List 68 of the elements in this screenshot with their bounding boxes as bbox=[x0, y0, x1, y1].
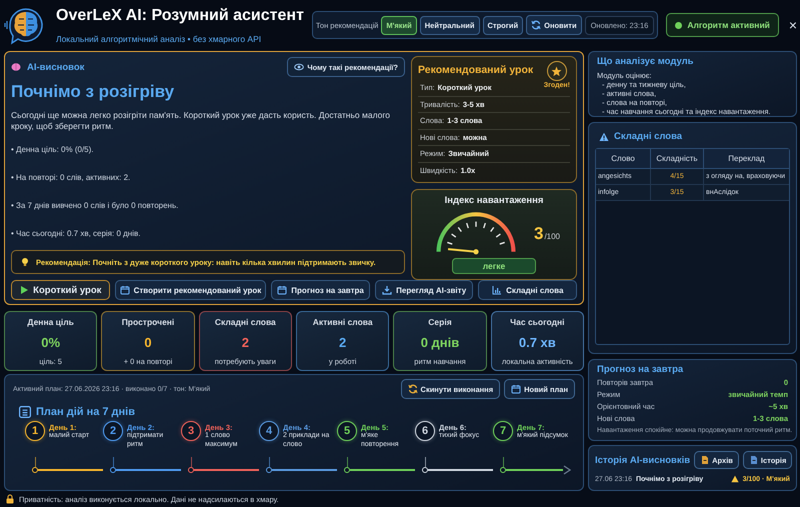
day-number: 2 bbox=[103, 421, 123, 441]
load-index-title: Індекс навантаження bbox=[444, 195, 544, 206]
action-button[interactable]: Короткий урок bbox=[11, 280, 110, 300]
action-button[interactable]: Створити рекомендований урок bbox=[114, 280, 266, 300]
app-subtitle: Локальний алгоритмічний аналіз • без хмарного API bbox=[56, 34, 262, 44]
arrow-head-icon bbox=[563, 465, 571, 475]
lock-icon bbox=[5, 494, 15, 504]
calendar-icon bbox=[511, 384, 522, 394]
day-number: 5 bbox=[337, 421, 357, 441]
history-title: Історія AI-висновків bbox=[595, 454, 690, 466]
eye-icon bbox=[294, 62, 304, 72]
day-number: 7 bbox=[493, 421, 513, 441]
stat-label: Прострочені bbox=[122, 317, 174, 327]
refresh-icon bbox=[531, 20, 542, 30]
stat-value: 2 bbox=[339, 334, 346, 350]
close-button[interactable]: × bbox=[786, 17, 800, 33]
stat-value: 0 bbox=[144, 334, 152, 350]
conclusion-title: Почнімо з розігріву bbox=[11, 82, 176, 102]
stat-value: 0% bbox=[41, 334, 60, 350]
warning-icon bbox=[599, 132, 609, 142]
conclusion-text: Сьогодні ще можна легко розігріти пам'ять. Короткий урок уже дасть користь. Достатньо малого кроку, щоб зберегти ритм. bbox=[11, 110, 392, 133]
play-icon bbox=[19, 285, 30, 295]
stat-value: 0.7 хв bbox=[518, 334, 556, 350]
action-button[interactable]: Перегляд AI-звіту bbox=[374, 280, 474, 300]
action-button[interactable]: Складні слова bbox=[478, 280, 578, 300]
stat-value: 0 днів bbox=[420, 334, 460, 350]
bullet-text: • На повторі: 0 слів, активних: 2. bbox=[11, 172, 132, 182]
gauge-needle bbox=[448, 248, 479, 254]
algorithm-status-button[interactable]: Алгоритм активний bbox=[666, 13, 779, 37]
stat-label: Денна ціль bbox=[27, 317, 74, 327]
stat-label: Серія bbox=[428, 317, 452, 327]
stat-label: Складні слова bbox=[214, 317, 276, 327]
bullet-text: • Час сьогодні: 0.7 хв, серія: 0 днів. bbox=[11, 229, 142, 238]
analysis-title: Що аналізує модуль bbox=[597, 56, 695, 67]
forecast-title: Прогноз на завтра bbox=[597, 364, 684, 375]
bullet-text: • За 7 днів вивчено 0 слів і було 0 повторень. bbox=[11, 201, 180, 210]
load-rating-badge: легке bbox=[452, 258, 536, 274]
load-index-scale: /100 bbox=[544, 232, 560, 241]
stat-value: 2 bbox=[242, 334, 249, 350]
stat-label: Час сьогодні bbox=[510, 317, 564, 327]
plan-title: План дій на 7 днів bbox=[36, 406, 136, 418]
list-icon bbox=[19, 406, 31, 418]
status-dot bbox=[675, 22, 682, 28]
bullet-text: • Денна ціль: 0% (0/5). bbox=[11, 144, 94, 154]
action-button[interactable]: Прогноз на завтра bbox=[271, 280, 370, 300]
day-number: 1 bbox=[25, 421, 45, 441]
day-number: 4 bbox=[259, 421, 279, 441]
warning-icon bbox=[730, 475, 739, 483]
hard-words-title: Складні слова bbox=[614, 131, 682, 142]
download-icon bbox=[382, 285, 392, 295]
lesson-title: Рекомендований урок bbox=[418, 64, 534, 76]
load-index-value: 3 bbox=[534, 224, 544, 244]
document-icon bbox=[700, 455, 710, 465]
stat-label: Активні слова bbox=[312, 317, 373, 327]
column-header: Слово bbox=[596, 149, 651, 169]
column-header: Переклад bbox=[704, 149, 789, 169]
document-icon bbox=[748, 455, 759, 465]
lightbulb-icon bbox=[20, 257, 30, 267]
column-header: Складність bbox=[651, 149, 704, 169]
app-title: OverLeX AI: Розумний асистент bbox=[56, 6, 304, 26]
day-number: 6 bbox=[415, 421, 435, 441]
calendar-icon bbox=[120, 285, 130, 295]
refresh-icon bbox=[408, 384, 418, 394]
day-number: 3 bbox=[181, 421, 201, 441]
bar-chart-icon bbox=[492, 285, 502, 295]
brain-icon bbox=[11, 62, 21, 72]
calendar-icon bbox=[277, 285, 288, 295]
section-heading: AI-висновок bbox=[27, 62, 84, 72]
